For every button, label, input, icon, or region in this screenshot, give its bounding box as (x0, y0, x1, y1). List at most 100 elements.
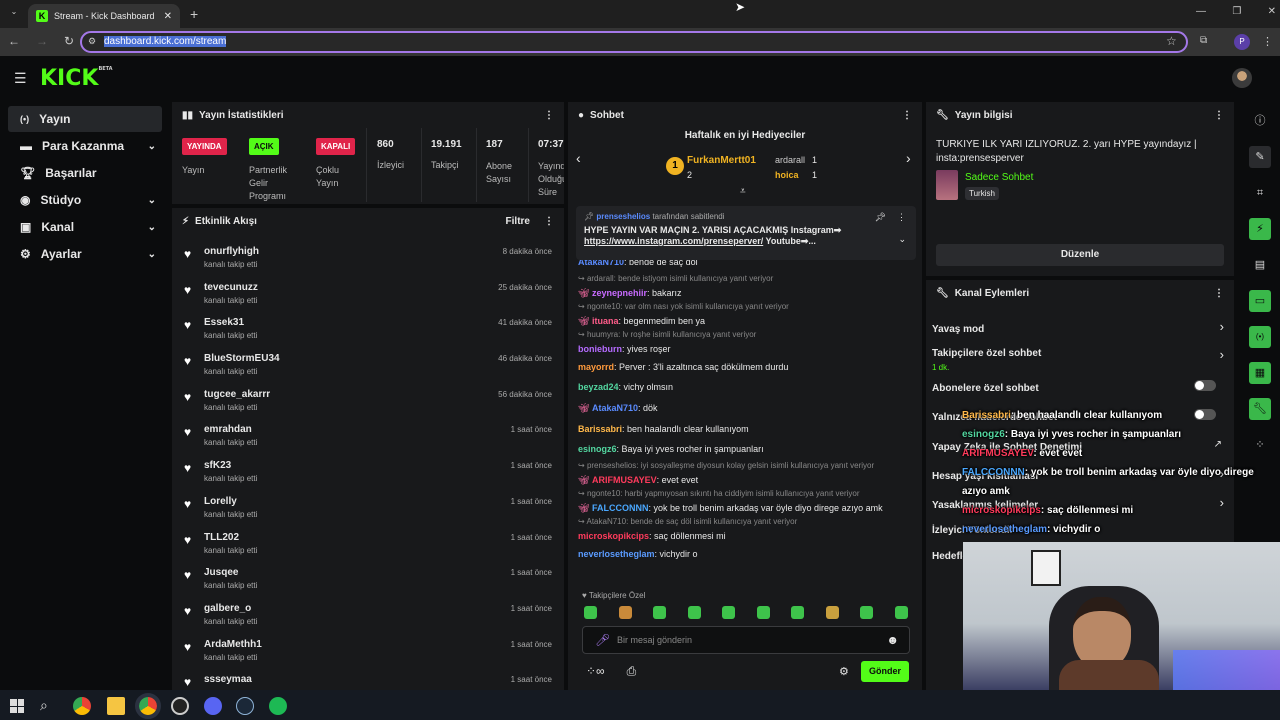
emote-icon[interactable] (756, 606, 770, 619)
pin-icon[interactable]: 📌︎ (875, 212, 886, 223)
chat-username[interactable]: Barissabri (578, 424, 622, 434)
reload-icon[interactable]: ↻ (64, 34, 74, 48)
filter-button[interactable]: Filtre (506, 216, 530, 227)
chat-message[interactable]: microskopikcips: saç döllenmesi mi (578, 528, 914, 544)
forward-arrow-icon[interactable]: → (36, 34, 48, 48)
file-explorer-icon[interactable] (107, 697, 125, 715)
gifters-next-icon[interactable]: › (906, 150, 911, 166)
chat-username[interactable]: esinogz6 (578, 444, 617, 454)
nav-item-studyo[interactable]: ◉ Stüdyo ⌄ (8, 187, 162, 213)
nav-item-ayarlar[interactable]: ⚙ Ayarlar ⌄ (8, 241, 162, 267)
more-options-icon[interactable]: ⋮ (544, 216, 554, 227)
gifters-prev-icon[interactable]: ‹ (576, 150, 581, 166)
chat-message[interactable]: neverlosetheglam: vichydir o (578, 544, 914, 565)
site-info-icon[interactable]: ⚙ (88, 36, 96, 47)
chevron-down-icon[interactable]: ⌄ (898, 234, 906, 245)
edit-button[interactable]: Düzenle (936, 244, 1224, 266)
extensions-icon[interactable]: ⧉ (1200, 35, 1207, 46)
emote-icon[interactable] (791, 606, 805, 619)
list-item[interactable]: ♥ Essek31 kanalı takip etti 41 dakika ön… (172, 312, 564, 348)
chat-message[interactable]: bonieburn: yives roşer (578, 341, 914, 357)
document-icon[interactable]: ▤ (1249, 254, 1271, 276)
discord-icon[interactable] (204, 697, 222, 715)
emote-icon[interactable] (618, 606, 632, 619)
chrome-active-taskbar-icon[interactable] (135, 693, 161, 719)
chat-username[interactable]: microskopikcips (578, 531, 649, 541)
emote-icon[interactable] (860, 606, 874, 619)
emoji-icon[interactable]: ☻ (886, 633, 899, 647)
url-bar[interactable]: dashboard.kick.com/stream (80, 31, 1188, 53)
nav-item-yayin[interactable]: (•) Yayın (8, 106, 162, 132)
list-item[interactable]: ♥ Lorelly kanalı takip etti 1 saat önce (172, 491, 564, 527)
chrome-taskbar-icon[interactable] (73, 697, 91, 715)
chat-message[interactable]: 🦋︎ ARIFMUSAYEV: evet evet (578, 472, 914, 488)
list-item[interactable]: ♥ ssseymaa 1 saat önce (172, 669, 564, 690)
tab-close-icon[interactable]: ✕ (164, 11, 172, 22)
minimize-icon[interactable]: — (1196, 6, 1206, 17)
category-name[interactable]: Sadece Sohbet (965, 172, 1033, 183)
chat-message[interactable]: beyzad24: vichy olmsın (578, 377, 914, 398)
browser-tab[interactable]: K Stream - Kick Dashboard ✕ (28, 4, 180, 28)
nav-item-para-kazanma[interactable]: ▬ Para Kazanma ⌄ (8, 133, 162, 159)
more-options-icon[interactable]: ⋮ (544, 110, 554, 121)
bookmark-star-icon[interactable]: ☆ (1166, 34, 1177, 48)
action-followers-only[interactable]: Takipçilere özel sohbet 1 dk. › (932, 345, 1228, 372)
bolt-icon[interactable]: ⚡︎ (1249, 218, 1271, 240)
chat-username[interactable]: ARIFMUSAYEV (592, 475, 657, 485)
chat-message[interactable]: mayorrd: Perver : 3'li azaltınca saç dök… (578, 357, 914, 378)
chat-message[interactable]: 🦋︎ ituana: begenmedim ben ya (578, 313, 914, 329)
chat-username[interactable]: mayorrd (578, 362, 614, 372)
emote-icon[interactable] (722, 606, 736, 619)
infinity-icon[interactable]: ⁘∞ (586, 664, 605, 679)
chat-username[interactable]: FALCCONNN (592, 503, 649, 513)
steam-icon[interactable] (236, 697, 254, 715)
list-item[interactable]: ♥ tevecunuzz kanalı takip etti 25 dakika… (172, 277, 564, 313)
chat-username[interactable]: beyzad24 (578, 382, 619, 392)
back-arrow-icon[interactable]: ← (8, 34, 20, 48)
list-item[interactable]: ♥ TLL202 kanalı takip etti 1 saat önce (172, 527, 564, 563)
chat-message[interactable]: Barissabri: ben haalandlı clear kullanıy… (578, 419, 914, 440)
mic-icon[interactable]: 🎤︎ (595, 633, 610, 647)
more-options-icon[interactable]: ⋮ (1214, 288, 1224, 299)
send-button[interactable]: Gönder (861, 661, 909, 682)
obs-icon[interactable] (171, 697, 189, 715)
emote-icon[interactable] (584, 606, 597, 619)
gift-icon[interactable]: ⎙ (627, 664, 637, 679)
screenshot-icon[interactable]: ⌗ (1249, 182, 1271, 204)
windows-start-icon[interactable] (10, 699, 24, 713)
list-item[interactable]: ♥ onurflyhigh kanalı takip etti 8 dakika… (172, 241, 564, 277)
search-icon[interactable]: ⌕ (40, 697, 48, 714)
chat-username[interactable]: AtakaN710 (592, 403, 638, 413)
list-item[interactable]: ♥ tugcee_akarrr kanalı takip etti 56 dak… (172, 384, 564, 420)
more-options-icon[interactable]: ⋮ (902, 110, 912, 121)
chat-username[interactable]: ituana (592, 316, 619, 326)
kick-logo[interactable]: KICKBETA (40, 66, 113, 91)
chat-username[interactable]: bonieburn (578, 344, 622, 354)
chat-username[interactable]: zeynepnehiir (592, 288, 647, 298)
nav-item-kanal[interactable]: ▣ Kanal ⌄ (8, 214, 162, 240)
emote-icon[interactable] (653, 606, 667, 619)
pinned-link[interactable]: https://www.instagram.com/prenseperver/ (584, 236, 763, 246)
spotify-icon[interactable] (269, 697, 287, 715)
restore-icon[interactable]: ❐ (1232, 6, 1241, 17)
chat-message[interactable]: 🦋︎ AtakaN710: dök (578, 398, 914, 419)
emote-icon[interactable] (687, 606, 701, 619)
list-item[interactable]: ♥ BlueStormEU34 kanalı takip etti 46 dak… (172, 348, 564, 384)
chat-message[interactable]: 🦋︎ zeynepnehiir: bakarız (578, 285, 914, 301)
profile-avatar[interactable]: P (1234, 34, 1250, 50)
emote-icon[interactable] (825, 606, 839, 619)
action-slow-mode[interactable]: Yavaş mod › (932, 319, 1228, 335)
emote-icon[interactable] (894, 606, 908, 619)
nav-item-basarilar[interactable]: 🏆︎ Başarılar (8, 160, 162, 186)
layout-icon[interactable]: ▦ (1249, 362, 1271, 384)
broadcast-icon[interactable]: (•) (1249, 326, 1271, 348)
chat-settings-icon[interactable]: ⚙ (839, 665, 849, 678)
chat-message[interactable]: esinogz6: Baya iyi yves rocher in şampua… (578, 439, 914, 460)
pencil-icon[interactable]: ✎ (1249, 146, 1271, 168)
new-tab-button[interactable]: + (190, 6, 198, 22)
list-item[interactable]: ♥ sfK23 kanalı takip etti 1 saat önce (172, 455, 564, 491)
close-window-icon[interactable]: ✕ (1268, 6, 1276, 17)
chat-input[interactable]: 🎤︎ Bir mesaj gönderin ☻ (582, 626, 910, 654)
info-icon[interactable]: ⓘ (1249, 110, 1271, 132)
hamburger-menu-icon[interactable]: ☰ (14, 70, 27, 87)
